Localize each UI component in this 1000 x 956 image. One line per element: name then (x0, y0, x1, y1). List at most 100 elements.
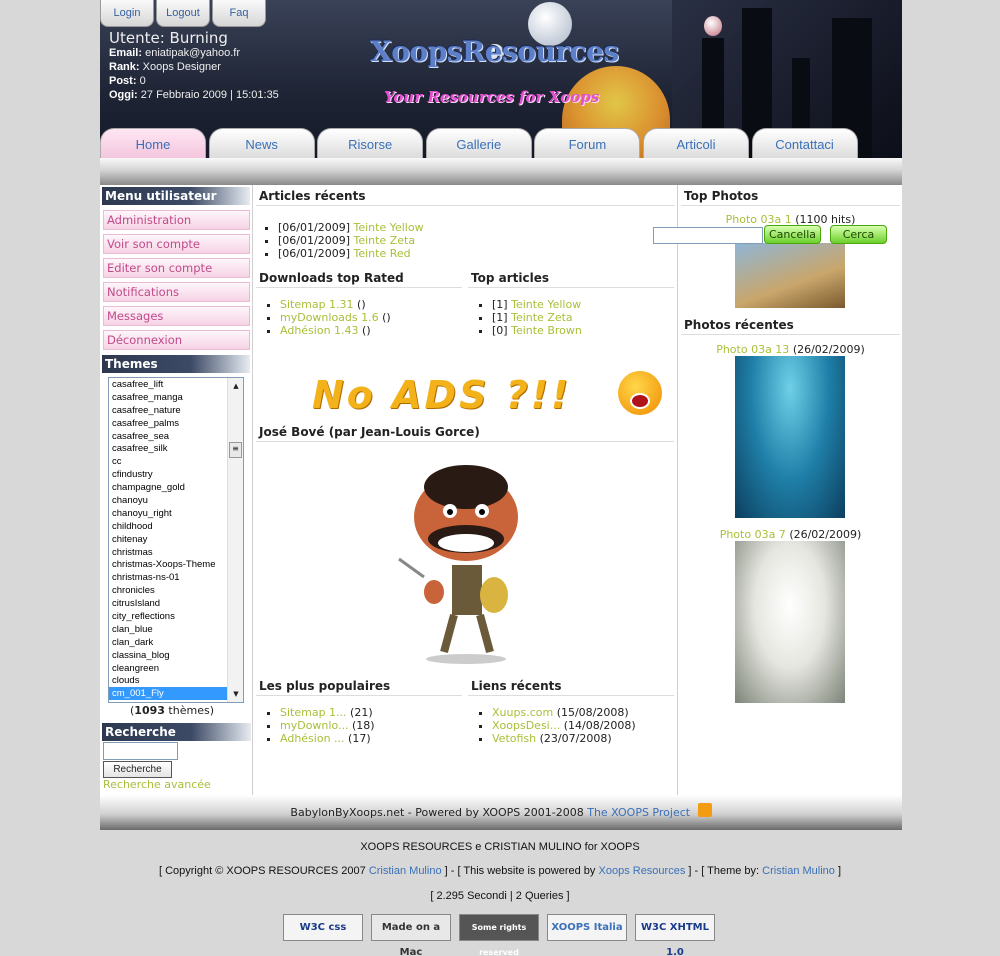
theme-option[interactable]: casafree_palms (109, 417, 243, 430)
article-link[interactable]: Teinte Zeta (353, 234, 415, 247)
links-list: Xuups.com (15/08/2008) XoopsDesi... (14/… (468, 706, 674, 745)
theme-option[interactable]: casafree_sea (109, 430, 243, 443)
tab-home[interactable]: Home (100, 128, 206, 158)
theme-option[interactable]: city_reflections (109, 610, 243, 623)
scroll-thumb[interactable]: ≡ (229, 442, 242, 458)
theme-option[interactable]: childhood (109, 520, 243, 533)
theme-option[interactable]: cfindustry (109, 468, 243, 481)
theme-author-link[interactable]: Cristian Mulino (762, 865, 835, 877)
email-value: eniatipak@yahoo.fr (145, 47, 241, 59)
creative-commons-badge[interactable]: Some rights reserved (459, 914, 539, 956)
popular-list: Sitemap 1... (21) myDownlo... (18) Adhés… (256, 706, 462, 745)
popular-link[interactable]: myDownlo... (280, 719, 348, 732)
theme-option[interactable]: christmas-Xoops-Theme (109, 558, 243, 571)
download-link[interactable]: Sitemap 1.31 (280, 298, 354, 311)
link-item[interactable]: Vetofish (492, 732, 536, 745)
footer-line-3: [ 2.295 Secondi | 2 Queries ] (430, 890, 570, 902)
theme-option[interactable]: clan_blue (109, 623, 243, 636)
theme-option[interactable]: cleangreen (109, 662, 243, 675)
article-date: [06/01/2009] (278, 234, 350, 247)
no-ads-banner[interactable]: No ADS ?!! (312, 373, 571, 417)
tab-risorse[interactable]: Risorse (317, 128, 424, 158)
w3c-xhtml-badge[interactable]: W3C XHTML 1.0 (635, 914, 715, 956)
top-buttons: Login Logout Faq (100, 0, 266, 27)
photo-search-input[interactable] (653, 227, 763, 244)
download-extra: () (382, 311, 391, 324)
theme-option[interactable]: casafree_manga (109, 391, 243, 404)
theme-option[interactable]: chitenay (109, 533, 243, 546)
search-input[interactable] (103, 742, 178, 760)
themes-listbox[interactable]: casafree_lift casafree_manga casafree_na… (108, 377, 244, 703)
powered-text: ] - [ This website is powered by (444, 865, 596, 877)
theme-option[interactable]: casafree_nature (109, 404, 243, 417)
author-link[interactable]: Cristian Mulino (369, 865, 442, 877)
polar-bear-photo[interactable] (735, 541, 845, 703)
scroll-down-icon[interactable]: ▼ (228, 686, 243, 702)
xoops-project-link[interactable]: The XOOPS Project (587, 806, 690, 819)
faq-button[interactable]: Faq (212, 0, 266, 27)
theme-option[interactable]: casafree_lift (109, 378, 243, 391)
tab-gallerie[interactable]: Gallerie (425, 128, 532, 158)
theme-by-text: ] - [ Theme by: (688, 865, 760, 877)
article-link[interactable]: Teinte Yellow (353, 221, 423, 234)
theme-option-selected[interactable]: cm_001_Fly (109, 687, 243, 701)
recent-photo-link[interactable]: Photo 03a 13 (716, 343, 789, 356)
theme-option[interactable]: chronicles (109, 584, 243, 597)
download-link[interactable]: myDownloads 1.6 (280, 311, 379, 324)
theme-option[interactable]: casafree_silk (109, 442, 243, 455)
w3c-css-badge[interactable]: W3C css (283, 914, 363, 941)
download-extra: () (357, 298, 366, 311)
site-logo[interactable]: XoopsResources (370, 35, 619, 68)
menu-item-voir-compte[interactable]: Voir son compte (103, 234, 250, 254)
themes-scrollbar[interactable]: ▲ ≡ ▼ (227, 378, 243, 702)
theme-option[interactable]: christmas (109, 546, 243, 559)
theme-option[interactable]: chanoyu (109, 494, 243, 507)
camel-photo[interactable] (735, 243, 845, 308)
rank-label: Rank: (109, 61, 140, 73)
article-link[interactable]: Teinte Red (353, 247, 410, 260)
rank-value: Xoops Designer (142, 61, 221, 73)
xoops-italia-badge[interactable]: XOOPS Italia (547, 914, 627, 941)
dolphin-photo[interactable] (735, 356, 845, 518)
popular-block: Les plus populaires Sitemap 1... (21) my… (256, 676, 462, 745)
advanced-search-link[interactable]: Recherche avancée (103, 778, 211, 791)
theme-option[interactable]: clan_dark (109, 636, 243, 649)
tab-articoli[interactable]: Articoli (642, 128, 749, 158)
xoops-resources-link[interactable]: Xoops Resources (599, 865, 686, 877)
cancel-button[interactable]: Cancella (764, 225, 821, 244)
search-photo-button[interactable]: Cerca (830, 225, 887, 244)
badges-row: W3C css Made on a Mac Some rights reserv… (283, 914, 715, 956)
theme-option[interactable]: christmas-ns-01 (109, 571, 243, 584)
tab-contattaci[interactable]: Contattaci (751, 128, 858, 158)
menu-item-deconnexion[interactable]: Déconnexion (103, 330, 250, 350)
theme-option[interactable]: champagne_gold (109, 481, 243, 494)
menu-item-administration[interactable]: Administration (103, 210, 250, 230)
logout-button[interactable]: Logout (156, 0, 210, 27)
link-item[interactable]: XoopsDesi... (492, 719, 560, 732)
rss-icon[interactable] (697, 803, 712, 817)
download-link[interactable]: Adhésion 1.43 (280, 324, 359, 337)
popular-link[interactable]: Sitemap 1... (280, 706, 347, 719)
theme-option[interactable]: citrusIsland (109, 597, 243, 610)
menu-item-editer-compte[interactable]: Editer son compte (103, 258, 250, 278)
menu-item-notifications[interactable]: Notifications (103, 282, 250, 302)
article-link[interactable]: Teinte Yellow (511, 298, 581, 311)
scroll-up-icon[interactable]: ▲ (228, 378, 243, 394)
article-link[interactable]: Teinte Brown (511, 324, 582, 337)
mac-badge[interactable]: Made on a Mac (371, 914, 451, 956)
menu-item-messages[interactable]: Messages (103, 306, 250, 326)
tab-news[interactable]: News (208, 128, 315, 158)
popular-link[interactable]: Adhésion ... (280, 732, 345, 745)
theme-option[interactable]: cc (109, 455, 243, 468)
recent-photo-link[interactable]: Photo 03a 7 (720, 528, 786, 541)
search-button[interactable]: Recherche (103, 761, 172, 778)
tab-forum[interactable]: Forum (534, 128, 641, 158)
caricature-image[interactable] (394, 447, 538, 667)
theme-option[interactable]: clouds (109, 674, 243, 687)
login-button[interactable]: Login (100, 0, 154, 27)
article-count: [1] (492, 298, 508, 311)
link-item[interactable]: Xuups.com (492, 706, 553, 719)
theme-option[interactable]: chanoyu_right (109, 507, 243, 520)
article-link[interactable]: Teinte Zeta (511, 311, 573, 324)
theme-option[interactable]: classina_blog (109, 649, 243, 662)
